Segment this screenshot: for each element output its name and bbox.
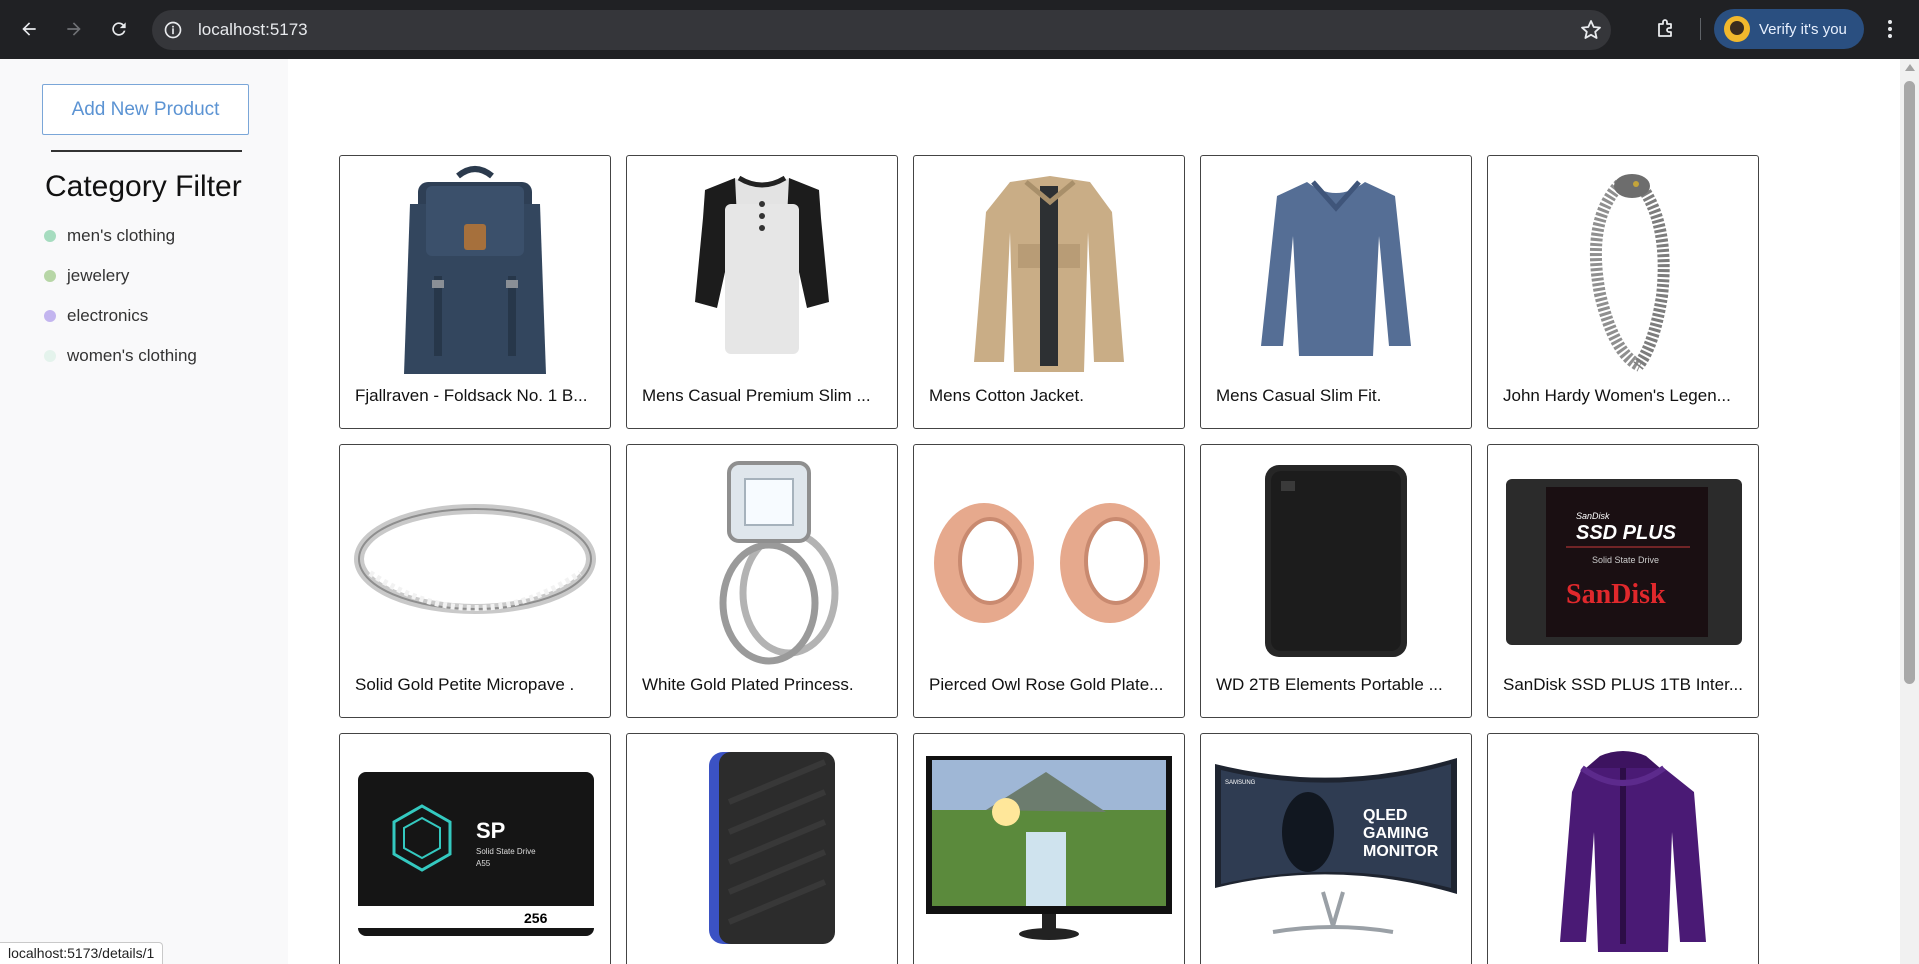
purple-jacket-image [1500,742,1746,954]
princess-ring-image [639,453,885,665]
profile-verify-button[interactable]: Verify it's you [1714,9,1864,49]
silver-ring-image [352,453,598,665]
silicon-power-ssd-image: SP Solid State Drive A55 256 [352,742,598,954]
ssd-sub-label: Solid State Drive [1592,555,1659,565]
category-dot-icon [44,310,56,322]
category-item-mens-clothing[interactable]: men's clothing [44,216,197,256]
product-card[interactable] [913,733,1185,964]
forward-button[interactable] [57,12,91,46]
product-title: Fjallraven - Foldsack No. 1 B... [355,386,588,405]
long-sleeve-shirt-image [1213,164,1459,376]
category-dot-icon [44,350,56,362]
category-dot-icon [44,230,56,242]
arrow-right-icon [67,22,81,36]
wd-gaming-drive-image [639,742,885,954]
sidebar: Add New Product Category Filter men's cl… [0,59,288,964]
category-filter-title: Category Filter [45,170,242,203]
wd-hard-drive-image [1213,453,1459,665]
extensions-puzzle-icon[interactable] [1654,17,1678,41]
more-menu-icon[interactable] [1880,17,1900,41]
product-card[interactable]: Mens Cotton Jacket. [913,155,1185,429]
avatar [1724,16,1750,42]
toolbar-divider [1700,18,1701,40]
product-card[interactable]: WD 2TB Elements Portable ... [1200,444,1472,718]
reload-icon [112,22,126,36]
back-button[interactable] [12,12,46,46]
qled-line3-label: MONITOR [1363,843,1439,860]
arrow-left-icon [22,22,36,36]
sandisk-ssd-image: SanDisk SSD PLUS Solid State Drive SanDi… [1500,453,1746,665]
product-title: Pierced Owl Rose Gold Plate... [929,675,1164,694]
product-card[interactable]: Fjallraven - Foldsack No. 1 B... [339,155,611,429]
address-bar[interactable]: localhost:5173 [152,10,1611,50]
category-label: women's clothing [67,346,197,365]
page-viewport: Add New Product Category Filter men's cl… [0,59,1900,964]
sp-line2-label: A55 [476,859,491,868]
category-list: men's clothing jewelery electronics wome… [44,216,197,376]
product-title: Solid Gold Petite Micropave . [355,675,575,694]
product-card[interactable]: Solid Gold Petite Micropave . [339,444,611,718]
product-title: John Hardy Women's Legen... [1503,386,1731,405]
product-title: Mens Casual Slim Fit. [1216,386,1382,405]
scroll-up-arrow-icon[interactable] [1905,64,1915,71]
product-title: WD 2TB Elements Portable ... [1216,675,1443,694]
category-label: men's clothing [67,226,176,245]
acer-monitor-image [926,742,1172,954]
product-card[interactable]: White Gold Plated Princess. [626,444,898,718]
product-card[interactable] [1487,733,1759,964]
product-title: White Gold Plated Princess. [642,675,854,694]
product-title: Mens Cotton Jacket. [929,386,1084,405]
sp-logo-label: SP [476,818,505,843]
rose-gold-plugs-image [926,453,1172,665]
product-card[interactable]: Pierced Owl Rose Gold Plate... [913,444,1185,718]
sandisk-small-label: SanDisk [1576,511,1610,521]
product-card[interactable]: John Hardy Women's Legen... [1487,155,1759,429]
qled-line2-label: GAMING [1363,825,1429,842]
verify-label: Verify it's you [1759,20,1847,38]
category-item-jewelery[interactable]: jewelery [44,256,197,296]
samsung-curved-monitor-image: SAMSUNG QLED GAMING MONITOR [1213,742,1459,954]
category-label: electronics [67,306,149,325]
site-info-icon[interactable] [162,19,184,41]
product-card[interactable]: Mens Casual Slim Fit. [1200,155,1472,429]
sandisk-brand-label: SanDisk [1566,579,1666,610]
qled-line1-label: QLED [1363,807,1407,824]
product-card[interactable]: SP Solid State Drive A55 256 [339,733,611,964]
ssd-plus-label: SSD PLUS [1576,522,1677,544]
sidebar-divider [51,150,242,152]
category-dot-icon [44,270,56,282]
sp-capacity-label: 256 [524,910,548,926]
link-status-bar: localhost:5173/details/1 [0,942,164,964]
product-card[interactable]: SAMSUNG QLED GAMING MONITOR [1200,733,1472,964]
raglan-tshirt-image [639,164,885,376]
reload-button[interactable] [102,12,136,46]
url-text: localhost:5173 [198,20,308,39]
dragon-bracelet-image [1500,164,1746,376]
category-label: jewelery [67,266,130,285]
add-new-product-button[interactable]: Add New Product [42,84,249,135]
cotton-jacket-image [926,164,1172,376]
scroll-thumb[interactable] [1904,81,1915,684]
product-grid: Fjallraven - Foldsack No. 1 B... Mens Ca… [339,155,1759,964]
category-item-womens-clothing[interactable]: women's clothing [44,336,197,376]
samsung-brand-label: SAMSUNG [1225,780,1256,786]
category-item-electronics[interactable]: electronics [44,296,197,336]
sp-line1-label: Solid State Drive [476,847,536,856]
backpack-image [352,164,598,376]
product-title: Mens Casual Premium Slim ... [642,386,871,405]
product-title: SanDisk SSD PLUS 1TB Inter... [1503,675,1743,694]
bookmark-star-icon[interactable] [1579,18,1603,42]
product-card[interactable] [626,733,898,964]
product-card[interactable]: Mens Casual Premium Slim ... [626,155,898,429]
browser-toolbar: localhost:5173 Verify it's you [0,0,1919,59]
product-card[interactable]: SanDisk SSD PLUS Solid State Drive SanDi… [1487,444,1759,718]
page-scrollbar[interactable] [1900,59,1919,964]
